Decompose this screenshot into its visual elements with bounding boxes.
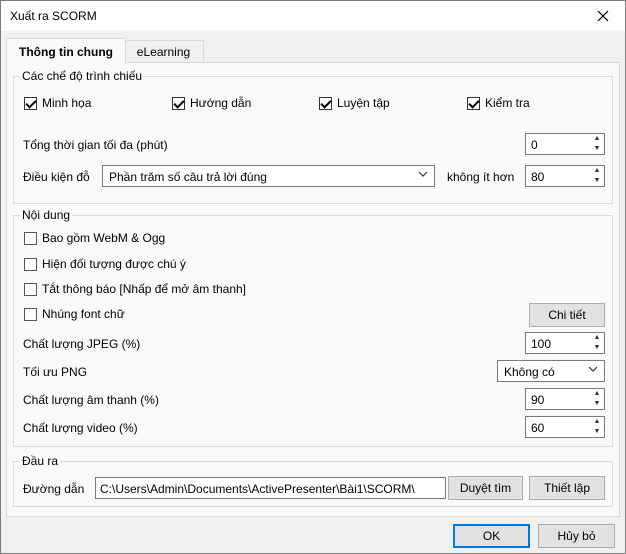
embed-font-checkbox[interactable] xyxy=(24,308,37,321)
setup-button[interactable]: Thiết lập xyxy=(529,476,605,500)
mode-luyentap-checkbox[interactable] xyxy=(319,97,332,110)
spin-up-icon[interactable]: ▲ xyxy=(592,389,602,399)
mode-minhhoa-checkbox[interactable] xyxy=(24,97,37,110)
mode-kiemtra-checkbox[interactable] xyxy=(467,97,480,110)
show-highlight-label: Hiện đối tượng được chú ý xyxy=(42,257,186,271)
content-group-label: Nội dung xyxy=(20,208,73,222)
path-label: Đường dẫn xyxy=(23,482,85,496)
tab-elearning[interactable]: eLearning xyxy=(123,40,204,63)
details-button-label: Chi tiết xyxy=(548,308,586,322)
pass-condition-value: Phần trăm số câu trả lời đúng xyxy=(109,170,267,184)
title-bar: Xuất ra SCORM xyxy=(1,1,625,31)
spin-down-icon[interactable]: ▼ xyxy=(592,176,602,186)
details-button[interactable]: Chi tiết xyxy=(529,303,605,327)
spin-up-icon[interactable]: ▲ xyxy=(592,134,602,144)
output-path-field[interactable]: C:\Users\Admin\Documents\ActivePresenter… xyxy=(95,477,446,499)
not-less-spinner[interactable]: 80 ▲ ▼ xyxy=(525,165,605,187)
png-optimize-value: Không có xyxy=(504,365,555,379)
spin-down-icon[interactable]: ▼ xyxy=(592,427,602,437)
not-less-label: không ít hơn xyxy=(447,170,515,184)
include-webm-checkbox[interactable] xyxy=(24,232,37,245)
mode-minhhoa-label: Minh họa xyxy=(42,96,92,110)
jpeg-quality-value: 100 xyxy=(531,337,552,351)
mode-huongdan-checkbox[interactable] xyxy=(172,97,185,110)
ok-button-label: OK xyxy=(482,529,501,543)
max-time-spinner[interactable]: 0 ▲ ▼ xyxy=(525,133,605,155)
spin-down-icon[interactable]: ▼ xyxy=(592,343,602,353)
show-highlight-checkbox[interactable] xyxy=(24,258,37,271)
ok-button[interactable]: OK xyxy=(453,524,530,548)
spin-up-icon[interactable]: ▲ xyxy=(592,166,602,176)
audio-quality-label: Chất lượng âm thanh (%) xyxy=(23,393,159,407)
embed-font-label: Nhúng font chữ xyxy=(42,307,125,321)
mute-notice-label: Tắt thông báo [Nhấp để mở âm thanh] xyxy=(42,282,246,296)
cancel-button[interactable]: Hủy bỏ xyxy=(538,524,615,548)
content-group: Nội dung Bao gồm WebM & Ogg Hiện đối tượ… xyxy=(13,208,613,447)
audio-quality-value: 90 xyxy=(531,393,545,407)
tab-general-label: Thông tin chung xyxy=(19,44,113,59)
tab-panel: Các chế độ trình chiếu Minh họa Hướng dẫ… xyxy=(6,62,620,517)
cancel-button-label: Hủy bỏ xyxy=(557,529,596,543)
browse-button[interactable]: Duyệt tìm xyxy=(448,476,523,500)
include-webm-label: Bao gồm WebM & Ogg xyxy=(42,231,166,245)
audio-quality-spinner[interactable]: 90 ▲ ▼ xyxy=(525,388,605,410)
png-optimize-select[interactable]: Không có xyxy=(497,360,605,382)
max-time-label: Tổng thời gian tối đa (phút) xyxy=(23,138,168,152)
close-icon[interactable] xyxy=(581,1,625,31)
setup-button-label: Thiết lập xyxy=(543,481,591,495)
output-path-value: C:\Users\Admin\Documents\ActivePresenter… xyxy=(100,482,415,496)
output-group: Đầu ra Đường dẫn C:\Users\Admin\Document… xyxy=(13,454,613,507)
chevron-down-icon xyxy=(418,169,428,182)
chevron-down-icon xyxy=(588,364,598,377)
pass-condition-select[interactable]: Phần trăm số câu trả lời đúng xyxy=(102,165,435,187)
mute-notice-checkbox[interactable] xyxy=(24,283,37,296)
spin-down-icon[interactable]: ▼ xyxy=(592,144,602,154)
spin-up-icon[interactable]: ▲ xyxy=(592,417,602,427)
tab-elearning-label: eLearning xyxy=(136,45,191,59)
browse-button-label: Duyệt tìm xyxy=(459,481,512,495)
output-group-label: Đầu ra xyxy=(20,454,61,468)
png-optimize-label: Tối ưu PNG xyxy=(23,365,88,379)
dialog-window: Xuất ra SCORM Thông tin chung eLearning … xyxy=(0,0,626,554)
video-quality-label: Chất lượng video (%) xyxy=(23,421,138,435)
mode-kiemtra-label: Kiểm tra xyxy=(485,96,530,110)
jpeg-quality-spinner[interactable]: 100 ▲ ▼ xyxy=(525,332,605,354)
mode-luyentap-label: Luyện tập xyxy=(337,96,390,110)
modes-group: Các chế độ trình chiếu Minh họa Hướng dẫ… xyxy=(13,69,613,204)
pass-condition-label: Điều kiện đỗ xyxy=(23,170,90,184)
modes-group-label: Các chế độ trình chiếu xyxy=(20,69,145,83)
tab-general[interactable]: Thông tin chung xyxy=(6,38,126,64)
video-quality-value: 60 xyxy=(531,421,545,435)
window-title: Xuất ra SCORM xyxy=(10,9,97,23)
spin-up-icon[interactable]: ▲ xyxy=(592,333,602,343)
not-less-value: 80 xyxy=(531,170,545,184)
spin-down-icon[interactable]: ▼ xyxy=(592,399,602,409)
jpeg-quality-label: Chất lượng JPEG (%) xyxy=(23,337,141,351)
max-time-value: 0 xyxy=(531,138,538,152)
video-quality-spinner[interactable]: 60 ▲ ▼ xyxy=(525,416,605,438)
mode-huongdan-label: Hướng dẫn xyxy=(190,96,252,110)
